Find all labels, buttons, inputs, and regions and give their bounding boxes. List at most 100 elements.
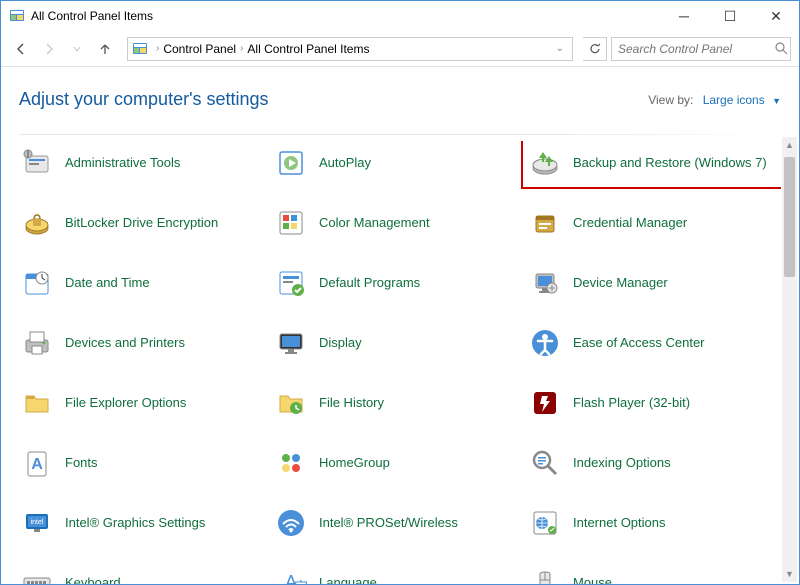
control-panel-item-bitlocker[interactable]: BitLocker Drive Encryption: [19, 201, 273, 245]
control-panel-item-backup[interactable]: Backup and Restore (Windows 7): [521, 141, 781, 189]
keyboard-icon: [19, 565, 55, 584]
control-panel-item-credential[interactable]: Credential Manager: [527, 201, 781, 245]
item-label: Intel® PROSet/Wireless: [319, 515, 458, 531]
item-label: AutoPlay: [319, 155, 371, 171]
breadcrumb-item[interactable]: Control Panel: [163, 42, 236, 56]
items-grid: Administrative Tools AutoPlay Backup and R…: [19, 141, 781, 584]
scroll-up-button[interactable]: ▲: [782, 137, 797, 153]
control-panel-item-devices-printers[interactable]: Devices and Printers: [19, 321, 273, 365]
control-panel-item-datetime[interactable]: Date and Time: [19, 261, 273, 305]
admin-tools-icon: [19, 145, 55, 181]
search-box[interactable]: [611, 37, 791, 61]
devices-printers-icon: [19, 325, 55, 361]
control-panel-icon: [132, 41, 148, 57]
view-by-value[interactable]: Large icons: [703, 93, 765, 107]
item-label: Fonts: [65, 455, 98, 471]
control-panel-item-indexing[interactable]: Indexing Options: [527, 441, 781, 485]
titlebar: All Control Panel Items ─ ☐ ✕: [1, 1, 799, 31]
item-label: File History: [319, 395, 384, 411]
indexing-icon: [527, 445, 563, 481]
item-label: Language: [319, 575, 377, 584]
datetime-icon: [19, 265, 55, 301]
control-panel-item-device-manager[interactable]: Device Manager: [527, 261, 781, 305]
chevron-right-icon[interactable]: ›: [240, 43, 243, 54]
breadcrumb-item[interactable]: All Control Panel Items: [247, 42, 369, 56]
control-panel-icon: [9, 8, 25, 24]
control-panel-item-internet[interactable]: Internet Options: [527, 501, 781, 545]
chevron-down-icon[interactable]: ▼: [772, 96, 781, 106]
control-panel-item-autoplay[interactable]: AutoPlay: [273, 141, 527, 185]
internet-icon: [527, 505, 563, 541]
control-panel-item-flash[interactable]: Flash Player (32-bit): [527, 381, 781, 425]
file-history-icon: [273, 385, 309, 421]
address-bar[interactable]: › Control Panel › All Control Panel Item…: [127, 37, 573, 61]
divider: [19, 134, 781, 135]
control-panel-item-intel-wifi[interactable]: Intel® PROSet/Wireless: [273, 501, 527, 545]
item-label: Device Manager: [573, 275, 668, 291]
control-panel-item-keyboard[interactable]: Keyboard: [19, 561, 273, 584]
control-panel-item-color[interactable]: Color Management: [273, 201, 527, 245]
control-panel-item-language[interactable]: A字Language: [273, 561, 527, 584]
color-icon: [273, 205, 309, 241]
svg-text:A: A: [31, 456, 43, 473]
control-panel-item-intel-gfx[interactable]: intelIntel® Graphics Settings: [19, 501, 273, 545]
control-panel-item-display[interactable]: Display: [273, 321, 527, 365]
item-label: Backup and Restore (Windows 7): [573, 155, 767, 171]
item-label: File Explorer Options: [65, 395, 186, 411]
refresh-button[interactable]: [583, 37, 607, 61]
item-label: Keyboard: [65, 575, 121, 584]
control-panel-item-fonts[interactable]: A Fonts: [19, 441, 273, 485]
toolbar: › Control Panel › All Control Panel Item…: [1, 31, 799, 67]
control-panel-item-file-explorer[interactable]: File Explorer Options: [19, 381, 273, 425]
chevron-down-icon[interactable]: ⌄: [552, 43, 568, 54]
control-panel-item-homegroup[interactable]: HomeGroup: [273, 441, 527, 485]
minimize-button[interactable]: ─: [661, 1, 707, 31]
up-button[interactable]: [93, 37, 117, 61]
item-label: Internet Options: [573, 515, 666, 531]
vertical-scrollbar[interactable]: ▲ ▼: [782, 137, 797, 582]
scrollbar-thumb[interactable]: [784, 157, 795, 277]
item-label: Color Management: [319, 215, 430, 231]
chevron-right-icon[interactable]: ›: [156, 43, 159, 54]
item-label: Display: [319, 335, 362, 351]
flash-icon: [527, 385, 563, 421]
autoplay-icon: [273, 145, 309, 181]
backup-icon: [527, 145, 563, 181]
item-label: Ease of Access Center: [573, 335, 705, 351]
item-label: HomeGroup: [319, 455, 390, 471]
item-label: BitLocker Drive Encryption: [65, 215, 218, 231]
view-by-label: View by:: [648, 93, 693, 107]
search-input[interactable]: [618, 42, 775, 56]
recent-dropdown[interactable]: [65, 37, 89, 61]
control-panel-item-admin-tools[interactable]: Administrative Tools: [19, 141, 273, 185]
ease-access-icon: [527, 325, 563, 361]
control-panel-item-file-history[interactable]: File History: [273, 381, 527, 425]
view-by: View by: Large icons ▼: [648, 93, 781, 107]
item-label: Flash Player (32-bit): [573, 395, 690, 411]
item-label: Mouse: [573, 575, 612, 584]
window-title: All Control Panel Items: [31, 9, 661, 23]
control-panel-item-ease-access[interactable]: Ease of Access Center: [527, 321, 781, 365]
display-icon: [273, 325, 309, 361]
maximize-button[interactable]: ☐: [707, 1, 753, 31]
control-panel-item-default-programs[interactable]: Default Programs: [273, 261, 527, 305]
mouse-icon: [527, 565, 563, 584]
bitlocker-icon: [19, 205, 55, 241]
intel-gfx-icon: intel: [19, 505, 55, 541]
content-area: Adjust your computer's settings View by:…: [1, 67, 799, 584]
search-icon[interactable]: [775, 42, 788, 55]
control-panel-item-mouse[interactable]: Mouse: [527, 561, 781, 584]
close-button[interactable]: ✕: [753, 1, 799, 31]
homegroup-icon: [273, 445, 309, 481]
device-manager-icon: [527, 265, 563, 301]
items-scroll-area: Administrative Tools AutoPlay Backup and R…: [19, 141, 781, 584]
forward-button[interactable]: [37, 37, 61, 61]
back-button[interactable]: [9, 37, 33, 61]
content-header: Adjust your computer's settings View by:…: [19, 89, 781, 118]
item-label: Devices and Printers: [65, 335, 185, 351]
item-label: Administrative Tools: [65, 155, 180, 171]
item-label: Default Programs: [319, 275, 420, 291]
file-explorer-icon: [19, 385, 55, 421]
scroll-down-button[interactable]: ▼: [782, 566, 797, 582]
credential-icon: [527, 205, 563, 241]
